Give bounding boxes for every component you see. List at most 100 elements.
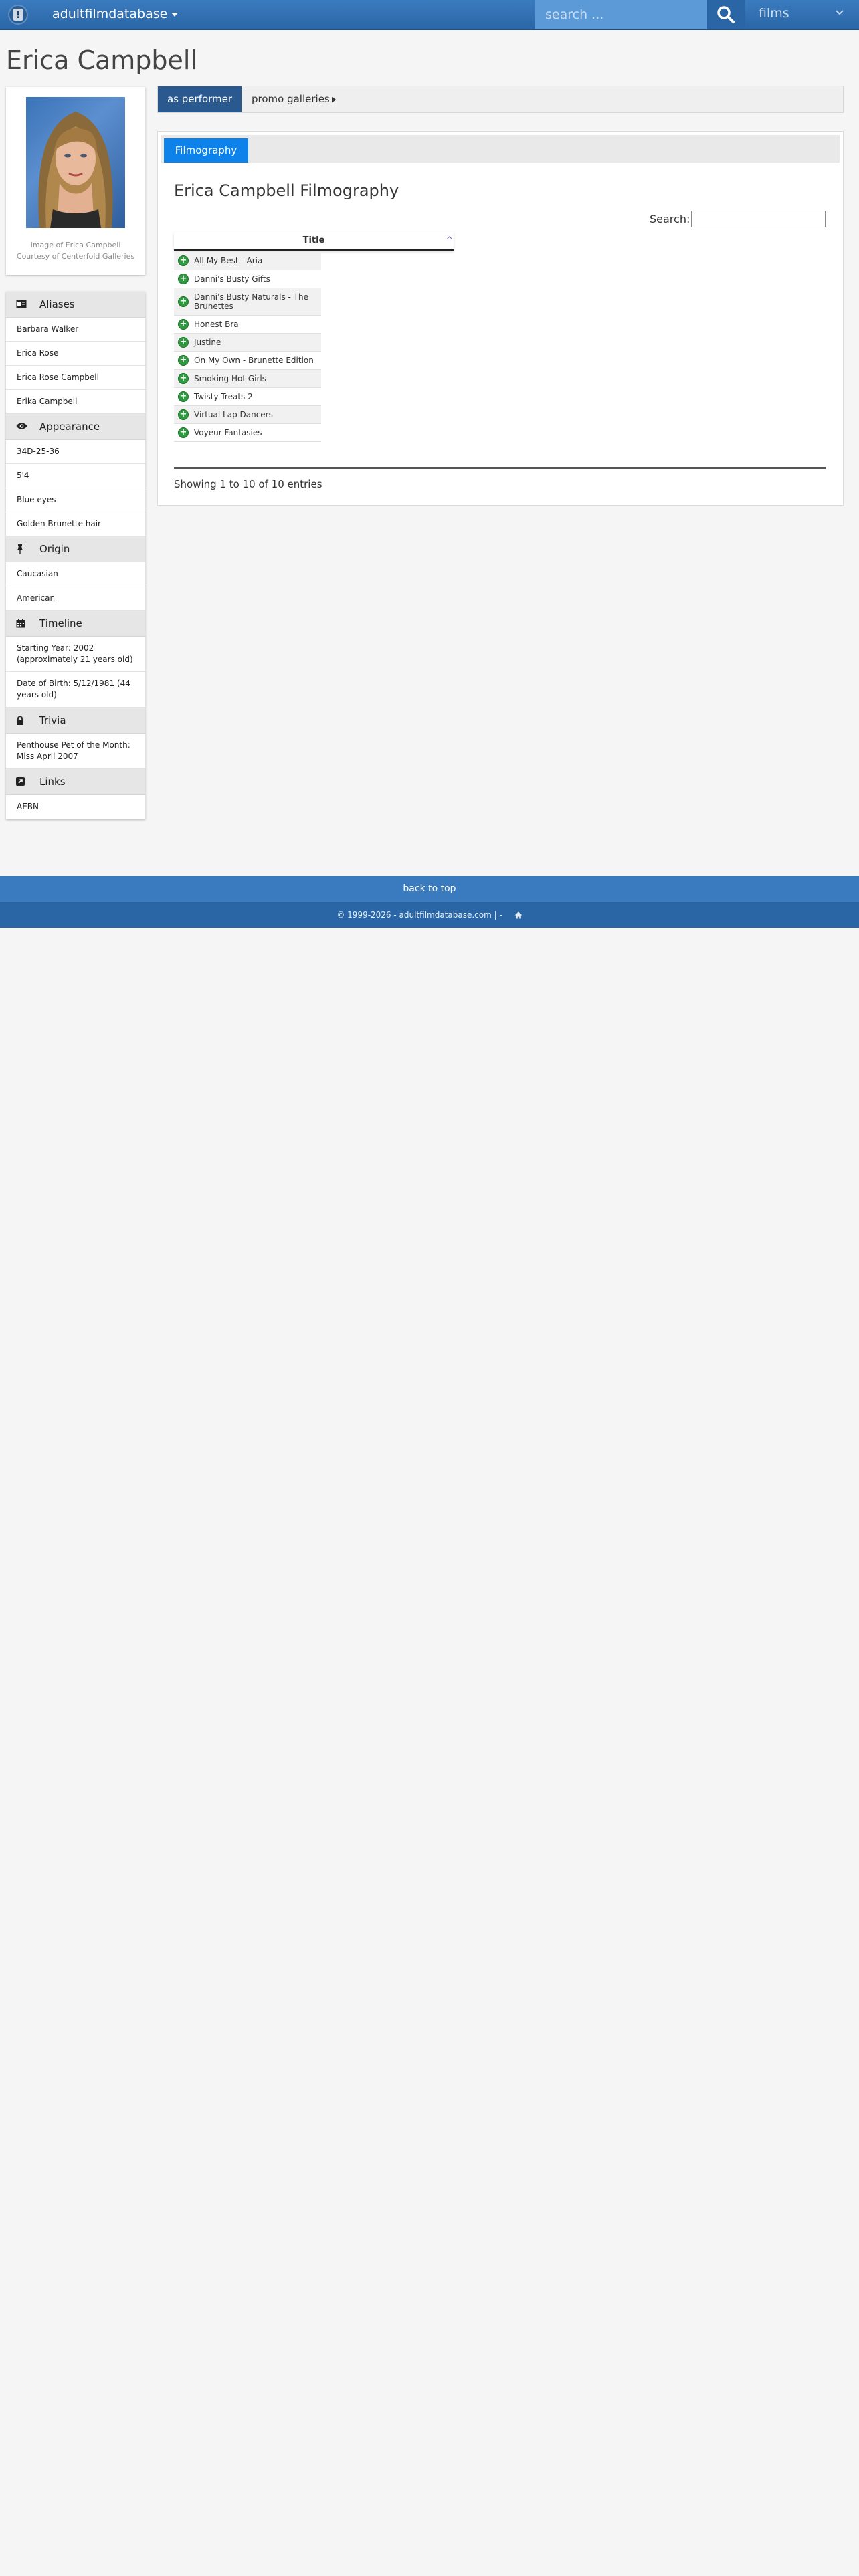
eye-icon bbox=[16, 423, 27, 429]
caption-line: Image of Erica Campbell bbox=[30, 241, 121, 249]
caption-line: Courtesy of Centerfold Galleries bbox=[16, 252, 135, 261]
table-row[interactable]: + Twisty Treats 2 bbox=[174, 388, 321, 406]
calendar-icon bbox=[16, 619, 25, 628]
table-row[interactable]: + On My Own - Brunette Edition bbox=[174, 352, 321, 370]
film-title[interactable]: Danni's Busty Gifts bbox=[194, 274, 270, 284]
id-card-icon bbox=[16, 300, 27, 308]
external-link-icon bbox=[16, 777, 25, 786]
section-header-links: Links bbox=[6, 769, 145, 795]
table-row[interactable]: + Danni's Busty Gifts bbox=[174, 270, 321, 288]
brand-dropdown[interactable]: adultfilmdatabase bbox=[52, 0, 179, 29]
table-row[interactable]: + Smoking Hot Girls bbox=[174, 370, 321, 388]
footer: © 1999-2026 - adultfilmdatabase.com | - bbox=[0, 902, 859, 928]
table-search-input[interactable] bbox=[691, 211, 826, 227]
copyright-text: © 1999-2026 - adultfilmdatabase.com | - bbox=[337, 910, 502, 920]
section-title: Trivia bbox=[39, 714, 66, 726]
add-icon[interactable]: + bbox=[178, 391, 189, 402]
film-title[interactable]: Honest Bra bbox=[194, 320, 239, 329]
search-input[interactable] bbox=[535, 0, 707, 29]
section-title: Appearance bbox=[39, 421, 100, 433]
caret-down-icon bbox=[171, 12, 179, 17]
alias-item: Barbara Walker bbox=[6, 318, 145, 342]
add-icon[interactable]: + bbox=[178, 296, 189, 307]
home-icon[interactable] bbox=[514, 911, 522, 919]
film-title[interactable]: Justine bbox=[194, 338, 221, 347]
film-title[interactable]: All My Best - Aria bbox=[194, 256, 262, 265]
add-icon[interactable]: + bbox=[178, 274, 189, 284]
add-icon[interactable]: + bbox=[178, 255, 189, 266]
portrait-image bbox=[38, 112, 113, 228]
performer-info-list: Aliases Barbara Walker Erica Rose Erica … bbox=[6, 292, 145, 819]
pill-promo-galleries[interactable]: promo galleries bbox=[252, 86, 336, 112]
pill-as-performer[interactable]: as performer bbox=[158, 86, 242, 112]
alias-item: Erica Rose Campbell bbox=[6, 366, 145, 390]
performer-photo[interactable] bbox=[26, 97, 125, 228]
film-title[interactable]: On My Own - Brunette Edition bbox=[194, 356, 314, 365]
search-button[interactable] bbox=[707, 0, 745, 29]
table-row[interactable]: + Voyeur Fantasies bbox=[174, 424, 321, 442]
timeline-item: Starting Year: 2002 (approximately 21 ye… bbox=[6, 637, 145, 672]
film-title[interactable]: Voyeur Fantasies bbox=[194, 428, 262, 437]
column-header-title[interactable]: Title bbox=[174, 232, 454, 251]
table-row[interactable]: + Honest Bra bbox=[174, 316, 321, 334]
table-row[interactable]: + Danni's Busty Naturals - The Brunettes bbox=[174, 288, 321, 316]
origin-item: American bbox=[6, 586, 145, 611]
add-icon[interactable]: + bbox=[178, 427, 189, 438]
trivia-item: Penthouse Pet of the Month: Miss April 2… bbox=[6, 734, 145, 769]
pin-icon bbox=[17, 544, 23, 554]
brand-label: adultfilmdatabase bbox=[52, 7, 168, 21]
filmography-heading: Erica Campbell Filmography bbox=[174, 181, 399, 200]
alias-item: Erika Campbell bbox=[6, 390, 145, 414]
film-title[interactable]: Virtual Lap Dancers bbox=[194, 410, 273, 419]
sort-icon[interactable]: ^ bbox=[446, 232, 454, 249]
tab-strip: Filmography bbox=[161, 135, 840, 163]
add-icon[interactable]: + bbox=[178, 319, 189, 330]
add-icon[interactable]: + bbox=[178, 355, 189, 366]
role-pill-bar: as performer promo galleries bbox=[157, 86, 844, 113]
alias-item: Erica Rose bbox=[6, 342, 145, 366]
appearance-item: Golden Brunette hair bbox=[6, 512, 145, 536]
photo-card: Image of Erica Campbell Courtesy of Cent… bbox=[6, 87, 145, 275]
section-header-trivia: Trivia bbox=[6, 708, 145, 734]
add-icon[interactable]: + bbox=[178, 409, 189, 420]
table-row[interactable]: + Justine bbox=[174, 334, 321, 352]
section-title: Aliases bbox=[39, 298, 75, 310]
table-search-label: Search: bbox=[650, 213, 690, 225]
search-icon bbox=[717, 6, 735, 23]
tab-filmography[interactable]: Filmography bbox=[164, 138, 248, 163]
link-aebn[interactable]: AEBN bbox=[6, 795, 145, 819]
appearance-item: 5'4 bbox=[6, 464, 145, 488]
film-title[interactable]: Smoking Hot Girls bbox=[194, 374, 266, 383]
add-icon[interactable]: + bbox=[178, 337, 189, 348]
section-header-timeline: Timeline bbox=[6, 611, 145, 637]
chevron-down-icon bbox=[836, 10, 844, 15]
exclamation-icon: ! bbox=[13, 9, 23, 21]
photo-caption: Image of Erica Campbell Courtesy of Cent… bbox=[6, 239, 145, 262]
film-title[interactable]: Danni's Busty Naturals - The Brunettes bbox=[194, 292, 308, 311]
table-info: Showing 1 to 10 of 10 entries bbox=[174, 478, 322, 490]
category-label: films bbox=[759, 6, 789, 21]
filmography-panel: Filmography Erica Campbell Filmography S… bbox=[157, 131, 844, 506]
appearance-item: Blue eyes bbox=[6, 488, 145, 512]
film-title[interactable]: Twisty Treats 2 bbox=[194, 392, 253, 401]
appearance-item: 34D-25-36 bbox=[6, 440, 145, 464]
add-icon[interactable]: + bbox=[178, 373, 189, 384]
table-row[interactable]: + All My Best - Aria bbox=[174, 252, 321, 270]
section-header-origin: Origin bbox=[6, 536, 145, 562]
category-select[interactable]: films bbox=[745, 0, 859, 29]
page-title: Erica Campbell bbox=[6, 45, 198, 75]
navbar: ! adultfilmdatabase films bbox=[0, 0, 859, 30]
origin-item: Caucasian bbox=[6, 562, 145, 586]
site-logo[interactable]: ! bbox=[8, 5, 28, 25]
section-header-aliases: Aliases bbox=[6, 292, 145, 318]
section-title: Links bbox=[39, 776, 66, 788]
pill-label: promo galleries bbox=[252, 93, 330, 105]
lock-icon bbox=[17, 716, 23, 725]
back-to-top-link[interactable]: back to top bbox=[0, 876, 859, 902]
timeline-item: Date of Birth: 5/12/1981 (44 years old) bbox=[6, 672, 145, 708]
section-title: Timeline bbox=[39, 617, 82, 629]
table-bottom-border bbox=[174, 467, 826, 469]
filmography-rows: + All My Best - Aria + Danni's Busty Gifts… bbox=[174, 252, 321, 442]
table-row[interactable]: + Virtual Lap Dancers bbox=[174, 406, 321, 424]
caret-right-icon bbox=[331, 96, 336, 103]
